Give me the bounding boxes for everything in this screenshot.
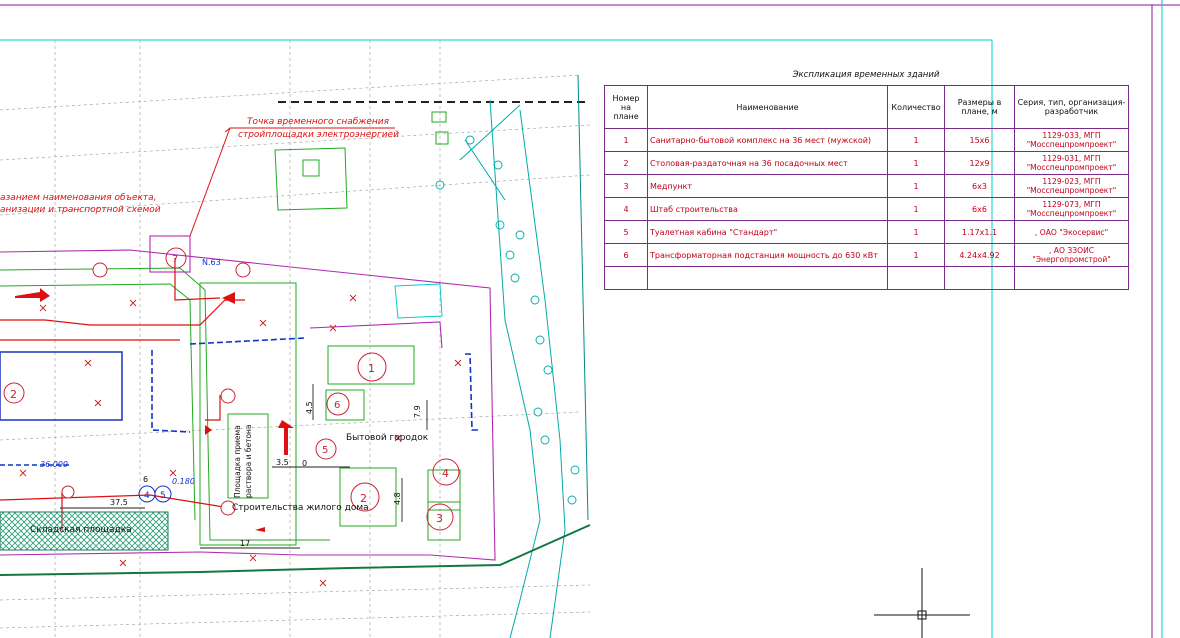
explication-title: Экспликация временных зданий xyxy=(792,70,940,80)
cell-series: , ОАО "Экосервис" xyxy=(1014,220,1129,244)
dim-4-8: 4.8 xyxy=(393,492,402,505)
table-row: 5 Туалетная кабина "Стандарт" 1 1.17x1.1… xyxy=(604,220,1129,244)
node-n63: N.63 xyxy=(202,258,221,267)
cell-num: 6 xyxy=(604,243,648,267)
cell-num: 2 xyxy=(604,151,648,175)
cell-qty: 1 xyxy=(887,220,945,244)
label-power-point-2: стройплощадки электроэнергией xyxy=(238,130,399,140)
dim-0: 0 xyxy=(302,459,307,468)
cell-series: 1129-033, МГП "Мосспецпромпроект" xyxy=(1014,128,1129,152)
drawing-canvas[interactable]: Точка временного снабжения стройплощадки… xyxy=(0,0,1180,638)
mark-6: 6 xyxy=(334,400,340,411)
mark-small-5: 5 xyxy=(160,491,166,501)
label-mortar-1: Площадка приема xyxy=(233,425,242,498)
explication-block: Экспликация временных зданий Номер на пл… xyxy=(604,70,1129,290)
label-power-point-1: Точка временного снабжения xyxy=(247,117,390,127)
cell-num: 1 xyxy=(604,128,648,152)
cell-name: Столовая-раздаточная на 36 посадочных ме… xyxy=(647,151,888,175)
tree-circles xyxy=(435,135,580,505)
table-row: 3 Медпункт 1 6x3 1129-023, МГП "Мосспецпр… xyxy=(604,174,1129,198)
cell-series-line1: 1129-031, МГП xyxy=(1042,154,1101,163)
table-row: 2 Столовая-раздаточная на 36 посадочных … xyxy=(604,151,1129,175)
cell-name: Туалетная кабина "Стандарт" xyxy=(647,220,888,244)
explication-header-row: Номер на плане Наименование Количество Р… xyxy=(604,85,1129,129)
cell-series: 1129-031, МГП "Мосспецпромпроект" xyxy=(1014,151,1129,175)
dim-37-5: 37.5 xyxy=(110,498,128,507)
table-row: 6 Трансформаторная подстанция мощность д… xyxy=(604,243,1129,267)
cell-series: 1129-073, МГП "Мосспецпромпроект" xyxy=(1014,197,1129,221)
cell-size: 6x6 xyxy=(944,197,1015,221)
elevation-36: 36.000 xyxy=(40,460,68,469)
header-qty: Количество xyxy=(887,85,945,129)
label-mortar-2: раствора и бетона xyxy=(244,424,253,498)
mark-7: 7 xyxy=(172,254,178,265)
mark-1: 1 xyxy=(368,362,375,375)
mark-left-2: 2 xyxy=(10,388,17,401)
mark-4: 4 xyxy=(442,467,449,480)
cell-size: 6x3 xyxy=(944,174,1015,198)
mark-small-4: 4 xyxy=(144,491,150,501)
dim-3-5: 3.5 xyxy=(276,458,289,467)
cell-series-line1: 1129-023, МГП xyxy=(1042,177,1101,186)
cell-name: Трансформаторная подстанция мощность до … xyxy=(647,243,888,267)
label-storage-area: Складская площадка xyxy=(30,525,132,535)
cell-series: 1129-023, МГП "Мосспецпромпроект" xyxy=(1014,174,1129,198)
elevation-0180: 0.180 xyxy=(172,477,195,486)
mark-5: 5 xyxy=(322,445,328,456)
dim-6: 6 xyxy=(143,475,148,484)
label-left-note-2: анизации и транспортной схемой xyxy=(0,205,161,215)
header-num: Номер на плане xyxy=(604,85,648,129)
cell-series-line1: , ОАО "Экосервис" xyxy=(1034,227,1109,237)
mark-3: 3 xyxy=(436,512,443,525)
label-left-note-1: азанием наименования объекта, xyxy=(0,193,157,203)
plan-labels: Точка временного снабжения стройплощадки… xyxy=(0,117,449,548)
cell-series-line1: 1129-073, МГП xyxy=(1042,200,1101,209)
cell-name: Санитарно-бытовой комплекс на 36 мест (м… xyxy=(647,128,888,152)
header-name: Наименование xyxy=(647,85,888,129)
cell-qty: 1 xyxy=(887,197,945,221)
cell-qty: 1 xyxy=(887,128,945,152)
table-row-empty xyxy=(604,266,1129,290)
dim-17: 17 xyxy=(240,539,250,548)
cell-size: 4.24x4.92 xyxy=(944,243,1015,267)
cell-series-line2: "Мосспецпромпроект" xyxy=(1026,140,1117,149)
header-series: Серия, тип, организация-разработчик xyxy=(1014,85,1129,129)
cell-size: 15x6 xyxy=(944,128,1015,152)
cell-qty: 1 xyxy=(887,151,945,175)
callout-leader xyxy=(189,127,231,237)
cell-size: 1.17x1.1 xyxy=(944,220,1015,244)
label-household-yard: Бытовой городок xyxy=(346,433,429,443)
cell-series-line2: "Энергопромстрой" xyxy=(1032,255,1111,264)
cell-num: 3 xyxy=(604,174,648,198)
explication-table: Номер на плане Наименование Количество Р… xyxy=(604,85,1129,290)
table-row: 4 Штаб строительства 1 6x6 1129-073, МГП… xyxy=(604,197,1129,221)
light-poles xyxy=(61,262,251,516)
cell-num: 4 xyxy=(604,197,648,221)
cell-num: 5 xyxy=(604,220,648,244)
cell-qty: 1 xyxy=(887,243,945,267)
cell-series: , АО ЗЗОИС "Энергопромстрой" xyxy=(1014,243,1129,267)
cursor-crosshair xyxy=(874,568,970,638)
dim-4-5: 4.5 xyxy=(305,401,314,414)
cell-series-line1: 1129-033, МГП xyxy=(1042,131,1101,140)
dim-7-9: 7.9 xyxy=(413,405,422,418)
cell-name: Медпункт xyxy=(647,174,888,198)
existing-buildings xyxy=(274,111,449,319)
cell-series-line2: "Мосспецпромпроект" xyxy=(1026,163,1117,172)
cell-series-line1: , АО ЗЗОИС xyxy=(1048,246,1095,255)
header-size: Размеры в плане, м xyxy=(944,85,1015,129)
cell-series-line2: "Мосспецпромпроект" xyxy=(1026,209,1117,218)
label-building: Строительства жилого дома xyxy=(232,503,369,513)
cell-name: Штаб строительства xyxy=(647,197,888,221)
cell-size: 12x9 xyxy=(944,151,1015,175)
table-row: 1 Санитарно-бытовой комплекс на 36 мест … xyxy=(604,128,1129,152)
cell-qty: 1 xyxy=(887,174,945,198)
cell-series-line2: "Мосспецпромпроект" xyxy=(1026,186,1117,195)
mark-2: 2 xyxy=(360,492,367,505)
